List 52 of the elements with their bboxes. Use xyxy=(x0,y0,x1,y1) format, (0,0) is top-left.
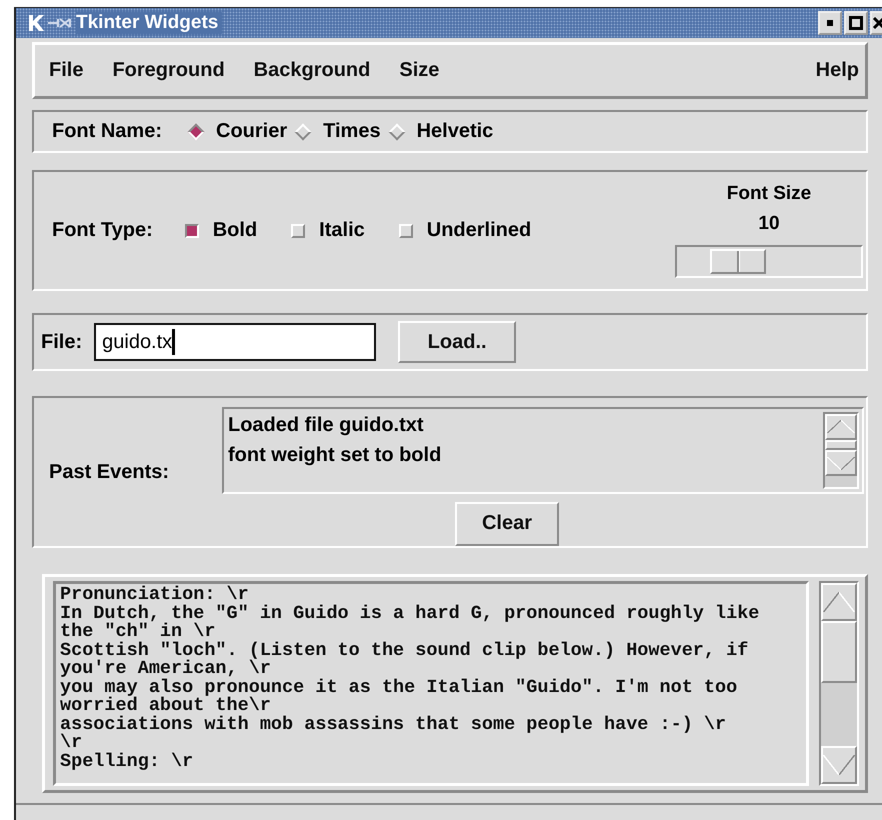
text-line: the "ch" in \r xyxy=(60,623,216,642)
scroll-up-button[interactable] xyxy=(825,414,857,440)
text-line: Spelling: \r xyxy=(60,752,194,771)
close-icon xyxy=(872,16,882,30)
scroll-up-button[interactable] xyxy=(821,583,857,621)
load-button[interactable]: Load.. xyxy=(398,321,516,363)
help-menu[interactable]: Help xyxy=(816,59,859,82)
text-line: \r xyxy=(60,734,82,752)
radio-button[interactable]: Helvetic xyxy=(386,120,494,143)
slider-thumb[interactable] xyxy=(710,249,766,274)
scroll-thumb[interactable] xyxy=(825,440,857,450)
checkbox[interactable]: Bold xyxy=(184,219,258,242)
vertical-scrollbar[interactable] xyxy=(823,412,859,489)
font-size-slider[interactable] xyxy=(675,245,863,278)
event-entry[interactable]: Loaded file guido.txt xyxy=(228,410,816,440)
scroll-down-button[interactable] xyxy=(825,450,857,476)
checkbox[interactable]: Italic xyxy=(291,219,365,242)
window-title: Tkinter Widgets xyxy=(76,12,222,34)
radio-button[interactable]: Courier xyxy=(186,120,288,143)
event-list[interactable]: Loaded file guido.txt font weight set to bold xyxy=(222,407,864,494)
menu-item[interactable]: File xyxy=(49,59,84,82)
minimize-icon xyxy=(826,19,834,27)
pin-icon xyxy=(48,17,74,29)
close-button[interactable] xyxy=(870,11,882,35)
font-type-label: Font Type: xyxy=(52,219,153,242)
scroll-down-button[interactable] xyxy=(821,746,857,784)
menu-item[interactable]: Size xyxy=(399,59,440,82)
font-name-label: Font Name: xyxy=(52,120,162,143)
vertical-scrollbar[interactable] xyxy=(819,581,859,786)
radio-button[interactable]: Times xyxy=(293,120,381,143)
maximize-icon xyxy=(849,16,863,30)
clear-button[interactable]: Clear xyxy=(455,502,559,546)
text-line: associations with mob assassins that some people have :-) \r xyxy=(60,716,728,734)
scroll-thumb[interactable] xyxy=(821,621,857,683)
minimize-button[interactable] xyxy=(818,11,842,35)
text-line: you may also pronounce it as the Italian "Guido". I'm not too xyxy=(60,678,738,697)
file-field[interactable]: guido.tx xyxy=(94,323,376,361)
menu-item[interactable]: Foreground xyxy=(112,59,225,82)
text-line: Pronunciation: \r xyxy=(60,586,250,604)
font-size-value: 10 xyxy=(758,212,780,236)
font-size-label: Font Size xyxy=(726,182,812,206)
app-icon xyxy=(26,13,46,33)
text-line: worried about the\r xyxy=(60,697,271,716)
file-label: File: xyxy=(41,330,82,354)
event-entry[interactable]: font weight set to bold xyxy=(228,440,816,470)
checkbox[interactable]: Underlined xyxy=(398,219,532,242)
text-line: you're American, \r xyxy=(60,660,271,678)
text-line: In Dutch, the "G" in Guido is a hard G, pronounced roughly like xyxy=(60,604,760,623)
past-events-label: Past Events: xyxy=(49,460,170,484)
maximize-button[interactable] xyxy=(844,11,868,35)
menu-item[interactable]: Background xyxy=(254,59,370,82)
text-line: Scottish "loch". (Listen to the sound clip below.) However, if xyxy=(60,642,750,660)
